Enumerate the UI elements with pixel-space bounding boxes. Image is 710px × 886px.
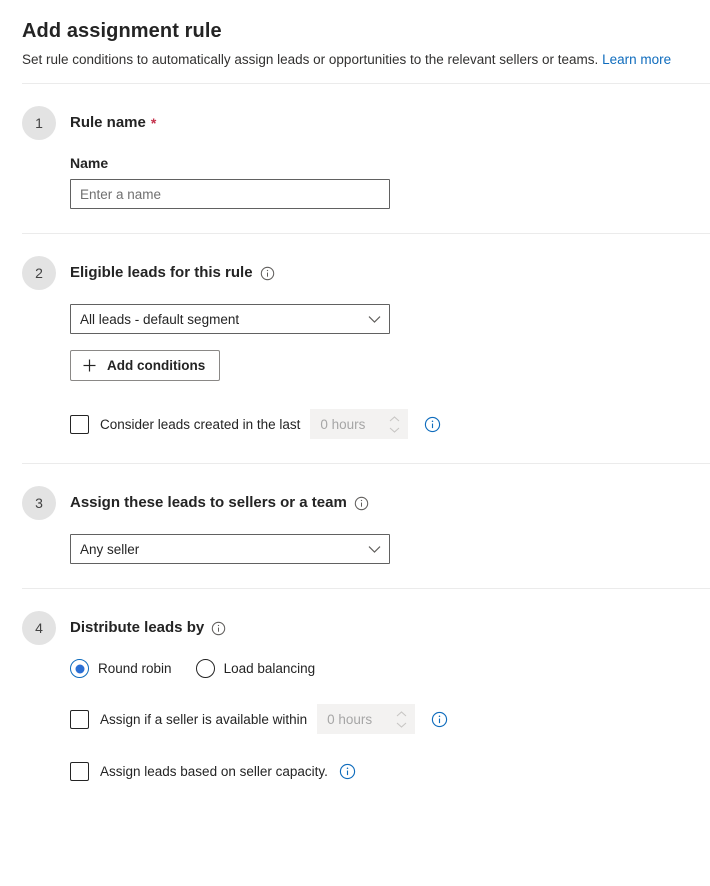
section-2-title-text: Eligible leads for this rule (70, 264, 253, 281)
name-field-label: Name (70, 155, 109, 171)
stepper-arrows[interactable] (396, 705, 407, 733)
info-icon[interactable] (431, 711, 448, 728)
section-distribute-leads: 4 Distribute leads by Round robin Load b… (0, 589, 710, 805)
section-4-title-text: Distribute leads by (70, 619, 205, 636)
assign-to-select-value[interactable]: Any seller (70, 534, 390, 564)
section-3-head: 3 Assign these leads to sellers or a tea… (22, 486, 688, 520)
radio-load-balancing[interactable]: Load balancing (195, 659, 316, 678)
section-assign-to: 3 Assign these leads to sellers or a tea… (0, 464, 710, 588)
section-1-body: Name (22, 154, 688, 209)
info-icon[interactable] (354, 496, 369, 511)
page-title: Add assignment rule (22, 20, 222, 42)
consider-leads-row: Consider leads created in the last 0 hou… (70, 409, 688, 439)
section-1-head: 1 Rule name * (22, 106, 688, 140)
section-4-body: Round robin Load balancing Assign if a s… (22, 659, 688, 781)
seller-available-label: Assign if a seller is available within (100, 711, 308, 727)
radio-round-robin-control[interactable] (70, 659, 89, 678)
seller-capacity-row: Assign leads based on seller capacity. (70, 762, 688, 781)
section-2-body: All leads - default segment Add conditio… (22, 304, 688, 439)
eligible-leads-select[interactable]: All leads - default segment (70, 304, 390, 334)
consider-leads-checkbox[interactable] (70, 414, 89, 434)
consider-leads-label: Consider leads created in the last (100, 416, 301, 432)
info-icon[interactable] (260, 266, 275, 281)
page-subtitle: Set rule conditions to automatically ass… (22, 50, 688, 69)
seller-available-row: Assign if a seller is available within 0… (70, 704, 688, 734)
section-3-body: Any seller (22, 534, 688, 564)
chevron-up-icon (396, 710, 407, 716)
section-2-head: 2 Eligible leads for this rule (22, 256, 688, 290)
consider-leads-hours-value: 0 hours (320, 416, 366, 432)
page-header: Add assignment rule Set rule conditions … (0, 0, 710, 83)
eligible-leads-select-value[interactable]: All leads - default segment (70, 304, 390, 334)
radio-load-balancing-control[interactable] (195, 659, 215, 678)
learn-more-link[interactable]: Learn more (602, 52, 671, 67)
section-4-head: 4 Distribute leads by (22, 611, 688, 645)
seller-capacity-checkbox[interactable] (70, 762, 89, 781)
seller-capacity-label: Assign leads based on seller capacity. (100, 764, 328, 779)
required-asterisk: * (150, 115, 157, 131)
section-2-title: Eligible leads for this rule (70, 263, 275, 283)
section-1-title: Rule name * (70, 113, 156, 133)
seller-available-hours-stepper[interactable]: 0 hours (317, 704, 416, 734)
info-icon[interactable] (211, 621, 226, 636)
distribute-radio-group: Round robin Load balancing (70, 659, 688, 678)
info-icon[interactable] (424, 416, 441, 433)
section-eligible-leads: 2 Eligible leads for this rule All leads… (0, 234, 710, 463)
section-4-title: Distribute leads by (70, 618, 226, 638)
section-1-title-text: Rule name (70, 114, 146, 131)
assign-to-select[interactable]: Any seller (70, 534, 390, 564)
chevron-down-icon (390, 427, 400, 433)
page-subtitle-text: Set rule conditions to automatically ass… (22, 52, 599, 67)
step-badge-1: 1 (22, 106, 56, 140)
add-conditions-button[interactable]: Add conditions (70, 350, 221, 381)
seller-available-checkbox[interactable] (70, 709, 89, 729)
section-3-title-text: Assign these leads to sellers or a team (70, 494, 347, 511)
consider-leads-hours-stepper[interactable]: 0 hours (310, 409, 409, 439)
add-conditions-label: Add conditions (107, 358, 206, 373)
info-icon[interactable] (339, 763, 356, 780)
rule-name-input[interactable] (70, 179, 390, 209)
step-badge-2: 2 (22, 256, 56, 290)
step-badge-4: 4 (22, 611, 56, 645)
section-rule-name: 1 Rule name * Name (0, 84, 710, 233)
chevron-up-icon (390, 415, 400, 421)
chevron-down-icon (396, 722, 407, 728)
plus-icon (82, 358, 97, 373)
step-badge-3: 3 (22, 486, 56, 520)
radio-load-balancing-label: Load balancing (223, 661, 316, 676)
radio-round-robin-label: Round robin (98, 661, 172, 676)
section-3-title: Assign these leads to sellers or a team (70, 493, 369, 513)
radio-round-robin[interactable]: Round robin (70, 659, 172, 678)
stepper-arrows[interactable] (389, 410, 400, 438)
seller-available-hours-value: 0 hours (327, 711, 373, 727)
